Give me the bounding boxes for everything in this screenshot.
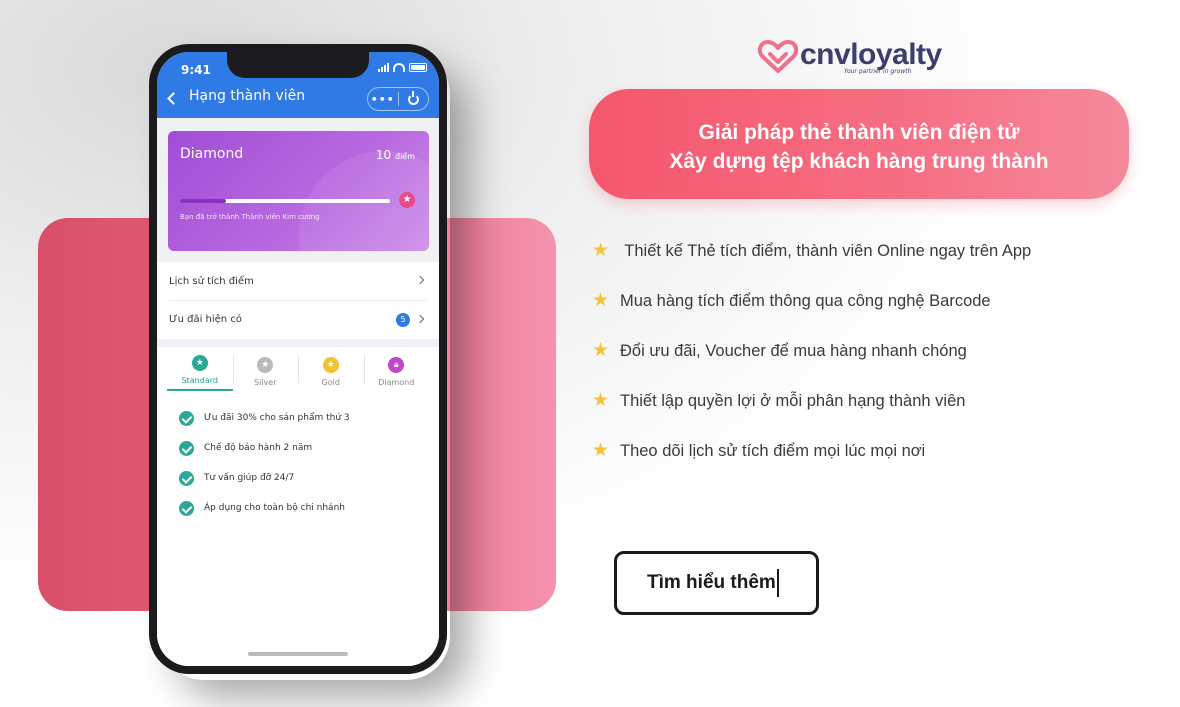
learn-more-label: Tìm hiểu thêm — [647, 572, 776, 593]
chevron-right-icon — [415, 314, 425, 324]
membership-card: Diamond 10 điểm ★ Bạn đã trở thành Thành… — [168, 131, 429, 251]
tier-benefits-panel: ★ Standard ★ Silver ★ Gold 🔒︎ Diamond Ưu… — [157, 347, 439, 535]
brand-name: cnvloyalty — [800, 38, 942, 71]
list-item: ★ Đổi ưu đãi, Voucher để mua hàng nhanh c… — [592, 340, 967, 361]
power-icon — [407, 90, 419, 105]
brand-tagline: Your partner in growth — [844, 68, 912, 75]
close-app-button[interactable] — [399, 90, 429, 105]
star-icon: ★ — [592, 340, 610, 361]
heart-logo-icon — [758, 40, 798, 73]
text-cursor — [776, 569, 779, 597]
list-item: Tư vấn giúp đỡ 24/7 — [157, 463, 439, 493]
learn-more-button[interactable]: Tìm hiểu thêm — [614, 551, 819, 615]
list-item: Chế độ bảo hành 2 năm — [157, 433, 439, 463]
more-icon[interactable]: ••• — [368, 93, 398, 106]
back-icon[interactable] — [167, 92, 180, 105]
check-icon — [179, 500, 194, 516]
battery-icon — [409, 62, 427, 72]
feature-list: ★ Thiết kế Thẻ tích điểm, thành viên Onl… — [592, 226, 1031, 476]
tab-label: Gold — [321, 378, 340, 387]
tier-tabs: ★ Standard ★ Silver ★ Gold 🔒︎ Diamond — [167, 347, 429, 391]
tab-label: Diamond — [378, 378, 415, 387]
tab-silver[interactable]: ★ Silver — [232, 347, 299, 391]
list-item: Ưu đãi 30% cho sản phẩm thứ 3 — [157, 403, 439, 433]
empty-area — [157, 535, 439, 666]
card-status-note: Bạn đã trở thành Thành viên Kim cương — [180, 213, 320, 221]
tier-progress-fill — [180, 199, 227, 203]
list-item: ★ Theo dõi lịch sử tích điểm mọi lúc mọi … — [592, 440, 926, 461]
card-tier-name: Diamond — [180, 146, 244, 162]
tier-progress-bar — [180, 199, 390, 203]
phone-notch — [227, 52, 369, 78]
menu-item-points-history[interactable]: Lịch sử tích điểm — [169, 262, 427, 300]
card-points: 10 điểm — [375, 148, 415, 162]
status-icons — [378, 62, 427, 72]
tab-standard[interactable]: ★ Standard — [167, 347, 233, 391]
lock-icon: 🔒︎ — [388, 357, 405, 373]
brand-logo: cnvloyalty Your partner in growth — [758, 38, 958, 78]
check-icon — [179, 440, 194, 456]
menu-item-offers[interactable]: Ưu đãi hiện có 5 — [169, 300, 427, 338]
menu-item-label: Ưu đãi hiện có — [169, 314, 242, 325]
check-icon — [179, 470, 194, 486]
wifi-icon — [393, 62, 405, 72]
silver-tier-icon: ★ — [257, 357, 274, 373]
tab-label: Standard — [181, 376, 218, 385]
phone-mockup: 9:41 Hạng thành viên ••• Diamond 10 điểm… — [149, 44, 447, 674]
tab-gold[interactable]: ★ Gold — [298, 347, 364, 391]
gold-tier-icon: ★ — [322, 357, 339, 373]
list-item: ★ Thiết kế Thẻ tích điểm, thành viên Onl… — [592, 240, 1032, 261]
mini-program-capsule: ••• — [367, 87, 429, 111]
star-icon: ★ — [592, 290, 610, 311]
star-icon: ★ — [592, 440, 610, 461]
account-menu: Lịch sử tích điểm Ưu đãi hiện có 5 — [157, 262, 439, 339]
phone-screen: 9:41 Hạng thành viên ••• Diamond 10 điểm… — [157, 52, 439, 666]
star-icon: ★ — [399, 192, 415, 208]
offers-count-badge: 5 — [396, 313, 410, 327]
tab-diamond[interactable]: 🔒︎ Diamond — [363, 347, 430, 391]
chevron-right-icon — [415, 275, 425, 285]
list-item: ★ Mua hàng tích điểm thông qua công nghệ … — [592, 290, 991, 311]
headline-line-2: Xây dựng tệp khách hàng trung thành — [669, 150, 1049, 173]
tab-label: Silver — [254, 378, 277, 387]
star-icon: ★ — [592, 390, 610, 411]
home-indicator — [248, 652, 348, 656]
list-item: Áp dụng cho toàn bộ chi nhánh — [157, 493, 439, 523]
standard-tier-icon: ★ — [191, 355, 208, 371]
status-time: 9:41 — [181, 63, 211, 77]
list-item: ★ Thiết lập quyền lợi ở mỗi phân hạng thà… — [592, 390, 966, 411]
check-icon — [179, 410, 194, 426]
signal-icon — [378, 62, 389, 72]
menu-item-label: Lịch sử tích điểm — [169, 275, 254, 287]
headline-banner: Giải pháp thẻ thành viên điện tử Xây dựn… — [589, 89, 1129, 199]
benefit-list: Ưu đãi 30% cho sản phẩm thứ 3 Chế độ bảo… — [157, 403, 439, 523]
star-icon: ★ — [592, 240, 610, 261]
page-title: Hạng thành viên — [189, 88, 306, 104]
headline-line-1: Giải pháp thẻ thành viên điện tử — [698, 121, 1020, 144]
